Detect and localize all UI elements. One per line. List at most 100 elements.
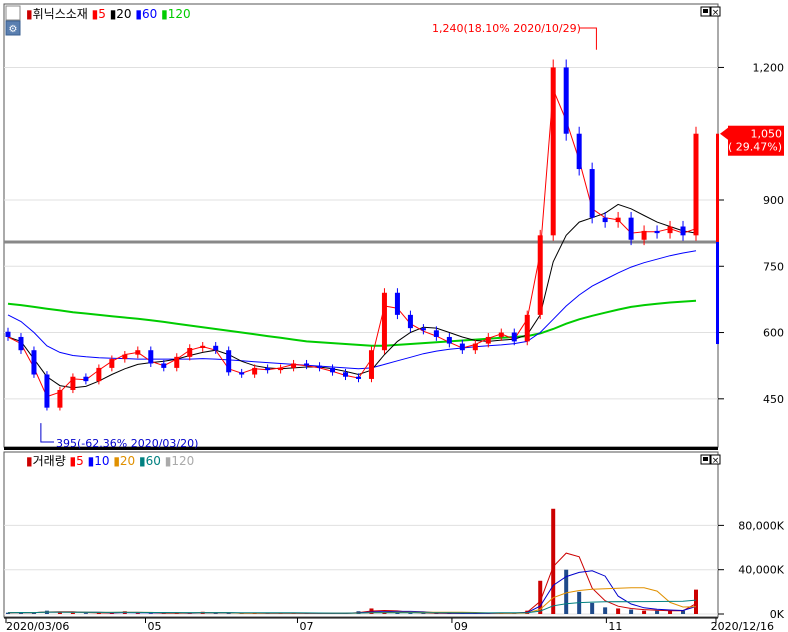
current-price: 1,050 — [751, 128, 783, 141]
candle-body — [667, 226, 673, 234]
candle-body — [420, 328, 426, 331]
legend-item-marker: ▮ — [70, 454, 77, 468]
candle-body — [200, 345, 206, 349]
close-icon-glyph: × — [712, 8, 720, 18]
volume-maximize-icon-fill — [703, 457, 708, 461]
candle-body — [498, 332, 504, 337]
candle-body — [511, 332, 517, 342]
volume-bar — [655, 610, 660, 614]
candle-body — [70, 376, 76, 390]
candle-body — [537, 235, 543, 315]
candle-body — [44, 374, 50, 408]
volume-bar — [603, 607, 608, 614]
candle-body — [252, 367, 258, 375]
date-tick-label: 2020/12/16 — [711, 620, 774, 632]
candle-body — [602, 217, 608, 223]
volume-bar — [135, 613, 140, 614]
legend-item-label: 20 — [116, 7, 135, 21]
candle-body — [459, 343, 465, 351]
candle-body — [563, 67, 569, 134]
price-tick-label: 600 — [763, 327, 784, 340]
high-annotation: 1,240(18.10% 2020/10/29) — [432, 22, 581, 35]
legend-item-marker: ▮ — [139, 454, 146, 468]
volume-legend: ▮거래량 ▮5 ▮10 ▮20 ▮60 ▮120 — [26, 454, 194, 468]
date-tick-label: 05 — [148, 620, 162, 632]
volume-bar — [83, 613, 88, 614]
current-price-tag: 1,050 ( 29.47%) — [720, 125, 784, 156]
date-tick-label: 09 — [454, 620, 468, 632]
date-tick-label: 2020/03/06 — [6, 620, 69, 632]
candle-body — [5, 331, 11, 337]
candle-body — [330, 367, 336, 373]
candle-body — [83, 376, 89, 382]
candle-body — [615, 217, 621, 223]
price-panel: 1,200 900 750 600 450 1,050 ( 29.47%) 1,240(… — [3, 3, 785, 450]
candle-body — [57, 389, 63, 408]
candle-body — [96, 367, 102, 382]
candle-body — [693, 133, 699, 236]
candle-body — [161, 363, 167, 368]
candle-body — [576, 133, 582, 170]
candle-body — [355, 376, 361, 379]
candle-body — [524, 314, 530, 342]
volume-bar — [70, 612, 75, 614]
candle-body — [304, 363, 310, 366]
volume-bar — [616, 608, 621, 614]
settings-glyph: ⚙ — [9, 24, 18, 35]
legend-title: 휘닉스소재 — [33, 7, 92, 21]
legend-item-marker: ▮ — [92, 7, 99, 21]
legend-item-label: 20 — [120, 454, 139, 468]
candle-body — [628, 217, 634, 240]
candle-body — [446, 336, 452, 344]
candle-body — [654, 230, 660, 234]
low-annotation: 395(-62.36% 2020/03/20) — [56, 437, 198, 450]
legend-title: 거래량 — [33, 454, 70, 468]
price-plot-area — [3, 3, 719, 448]
legend-item-label: 10 — [94, 454, 113, 468]
legend-item-marker: ▮ — [161, 7, 168, 21]
candle-body — [278, 367, 284, 371]
volume-panel: 80,000K40,000K0K ▮거래량 ▮5 ▮10 ▮20 ▮60 ▮12… — [3, 451, 785, 621]
price-tick-label: 450 — [763, 393, 784, 406]
stock-chart: 1,200 900 750 600 450 1,050 ( 29.47%) 1,240(… — [0, 0, 788, 632]
candle-body — [239, 372, 245, 375]
legend-item-marker: ▮ — [88, 454, 95, 468]
current-change: ( 29.47%) — [728, 141, 782, 154]
volume-bar — [642, 610, 647, 614]
legend-marker: ▮ — [26, 7, 33, 21]
volume-close-icon-glyph: × — [712, 456, 720, 466]
legend-item-marker: ▮ — [113, 454, 120, 468]
price-tick-label: 750 — [763, 260, 784, 273]
legend-item-marker: ▮ — [135, 7, 142, 21]
candle-body — [641, 230, 647, 240]
candle-body — [550, 67, 556, 236]
volume-bar — [629, 609, 634, 614]
candle-body — [226, 350, 232, 373]
volume-bar — [590, 602, 595, 614]
candle-body — [291, 363, 297, 368]
legend-item-label: 5 — [98, 7, 109, 21]
maximize-icon-fill — [703, 9, 708, 13]
legend-item-label: 120 — [168, 7, 191, 21]
candle-body — [213, 345, 219, 351]
volume-bar — [226, 613, 231, 614]
candle-body — [472, 343, 478, 351]
candle-body — [381, 292, 387, 351]
candle-body — [317, 365, 323, 368]
legend-item-label: 60 — [142, 7, 161, 21]
legend-item-label: 120 — [171, 454, 194, 468]
candle-body — [368, 350, 374, 379]
price-tick-label: 1,200 — [753, 61, 785, 74]
legend-item-marker: ▮ — [110, 7, 117, 21]
candle-body — [589, 169, 595, 218]
current-up-bar — [716, 133, 719, 242]
candle-body — [394, 292, 400, 315]
collapse-toggle-icon[interactable] — [5, 5, 21, 21]
price-tick-label: 900 — [763, 194, 784, 207]
volume-tick-label: 80,000K — [738, 519, 784, 532]
volume-bar — [694, 589, 698, 614]
candle-body — [343, 372, 349, 377]
candle-body — [485, 336, 491, 344]
volume-bar — [408, 613, 413, 614]
candle-body — [135, 350, 141, 355]
